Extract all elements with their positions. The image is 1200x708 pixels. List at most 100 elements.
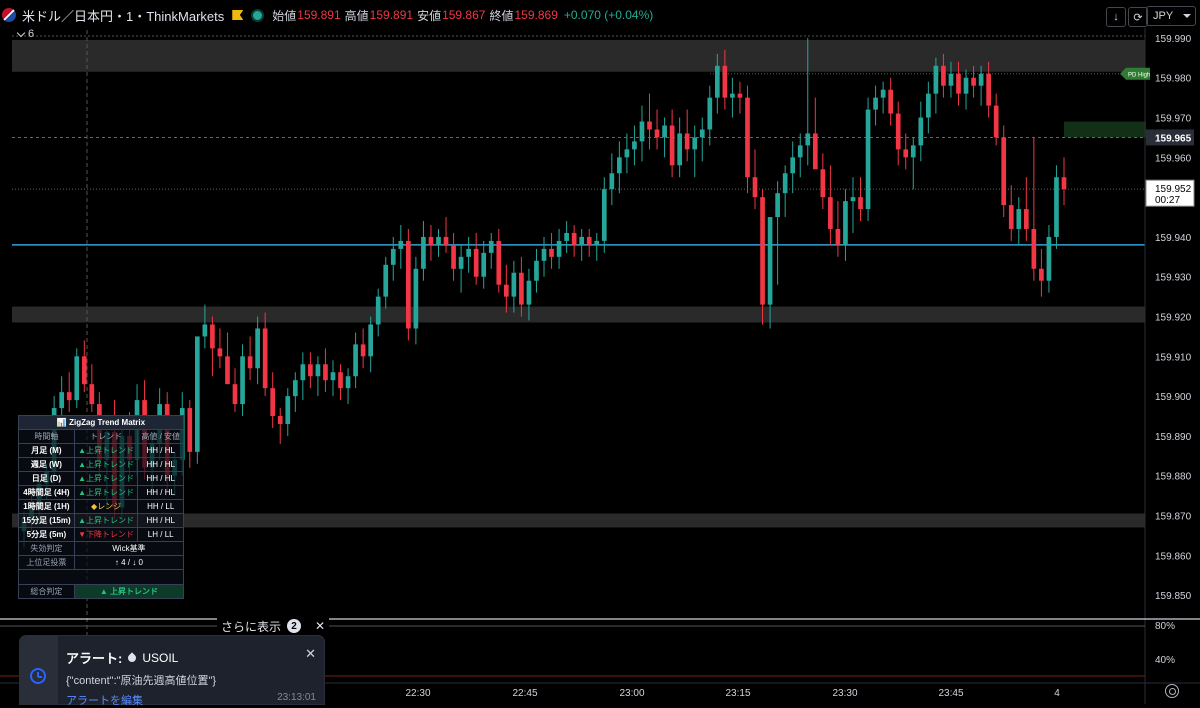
candle [225,332,230,385]
symbol-title[interactable]: 米ドル／日本円・1・ThinkMarkets [22,6,224,25]
candle-body [534,260,539,281]
candle [850,177,856,233]
high-value: 159.891 [369,8,414,22]
candle-body [360,344,366,357]
timeframe-label: 月足 (M) [18,443,75,458]
candle-body [745,97,750,178]
candle [466,236,471,273]
candle [677,117,682,178]
timeframe-label: 15分足 (15m) [18,513,75,528]
gear-icon[interactable] [1165,684,1179,698]
candle-body [797,145,803,158]
price-tick-label: 159.940 [1155,233,1192,244]
candle-body [1031,228,1037,269]
candle [880,81,886,114]
zigzag-trend-matrix: 📊 ZigZag Trend Matrix 時間軸 トレンド 高値 / 安値 月… [18,415,185,599]
candle-body [232,384,238,405]
candle [511,260,517,313]
candle [910,137,916,190]
candle-body [458,256,464,269]
matrix-row: 15分足 (15m) ▲上昇トレンド HH / HL [18,513,184,528]
trend-arrow-icon: ▲ [78,460,87,469]
candle [579,228,585,261]
indicators-toggle[interactable]: 6 [16,28,35,40]
matrix-title-text: ZigZag Trend Matrix [69,418,146,427]
matrix-header: 高値 / 安値 [137,429,184,444]
countdown-label: 00:27 [1155,195,1180,206]
current-price-label: 159.952 [1155,184,1192,195]
candle [684,109,690,162]
change-value: +0.070 (+0.04%) [563,8,654,22]
candle-body [511,272,517,297]
time-tick-label: 23:45 [938,688,963,699]
candle [247,336,253,381]
candle [699,117,705,162]
candle [353,332,358,389]
candle [888,77,894,126]
currency-value: JPY [1153,10,1174,22]
trend-text: 上昇トレンド [86,446,135,455]
candle [549,232,554,269]
market-open-icon [253,10,263,20]
alert-title: アラート: [66,651,123,666]
candle-body [194,336,200,452]
candle-body [910,145,916,158]
candle [534,248,539,293]
candle-body [323,364,328,381]
candle [66,372,72,413]
candle [406,228,411,341]
close-icon[interactable]: ✕ [315,619,325,633]
matrix-spacer-row [18,569,184,585]
flag-marker-icon[interactable] [232,10,244,20]
candle-body [1054,177,1059,237]
matrix-row: 1時間足 (1H) ◆レンジ HH / LL [18,499,184,514]
candle-body [775,193,780,218]
candle-body [986,73,991,106]
candle-body [662,125,667,138]
candle [187,400,193,468]
matrix-row: 4時間足 (4H) ▲上昇トレンド HH / HL [18,485,184,500]
candle [843,189,848,261]
download-icon[interactable]: ↓ [1106,7,1126,27]
show-more-button[interactable]: さらに表示 2 ✕ [217,616,330,636]
alert-toast[interactable]: アラート: USOIL {"content":"原油先週高値位置"} アラートを… [20,636,324,707]
trend-arrow-icon: ▲ [78,474,87,483]
candle [918,101,924,162]
trend-cell: ▲上昇トレンド [73,513,139,528]
candle [345,368,351,405]
close-icon[interactable]: ✕ [305,646,316,662]
candle-body [933,65,939,94]
high-low-cell: HH / LL [137,499,184,514]
trend-cell: ▲上昇トレンド [73,443,139,458]
refresh-icon[interactable]: ⟳ [1128,7,1148,27]
candle [89,364,95,413]
currency-select[interactable]: JPY [1146,6,1196,26]
candle [737,81,743,114]
trend-text: レンジ [97,502,122,511]
candle [270,372,276,428]
candle [873,85,878,126]
candle [820,153,826,210]
candle-body [579,236,585,245]
show-more-label: さらに表示 [221,619,282,634]
summary-label: 総合判定 [18,584,75,599]
candle [398,224,404,269]
candle [428,224,434,261]
candle-body [330,372,336,381]
candle-body [481,252,487,277]
candle-body [436,236,441,245]
edit-alert-link[interactable]: アラートを編集 [66,692,143,708]
candle-body [421,236,426,269]
candle-body [300,364,306,381]
candle-body [81,356,87,385]
candle-body [496,240,502,285]
candle-body [617,157,622,174]
indicator-count: 6 [28,28,35,40]
candle [232,368,238,413]
candle-body [526,280,532,305]
candle-body [828,197,833,229]
candle [797,133,803,178]
candle-body [353,344,358,377]
resistance-zone [12,39,1145,72]
candle [496,228,502,293]
